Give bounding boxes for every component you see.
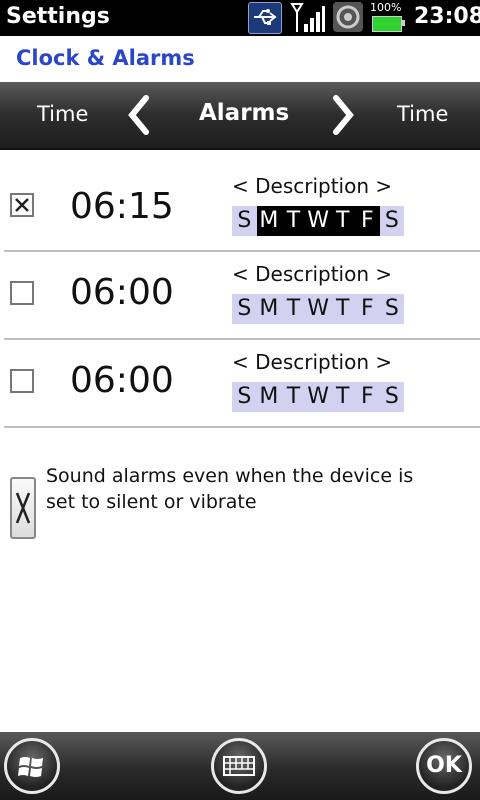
day-toggle[interactable]: T <box>330 206 355 236</box>
keyboard-icon[interactable] <box>211 738 267 794</box>
day-toggle[interactable]: F <box>354 382 380 412</box>
tab-bar: Time Alarms Time <box>0 82 480 150</box>
day-toggle[interactable]: F <box>354 206 380 236</box>
alarm-description[interactable]: < Description > <box>232 262 392 286</box>
bottom-bar: OK <box>0 732 480 800</box>
status-clock[interactable]: 23:08 <box>414 4 480 29</box>
battery-percent: 100% <box>370 1 402 14</box>
alarm-days: S M T W T F S <box>232 294 405 324</box>
day-toggle[interactable]: T <box>330 382 355 412</box>
alarm-enabled-checkbox[interactable] <box>10 193 34 217</box>
alarm-row: 06:00 < Description > S M T W T F S <box>0 252 480 340</box>
alarm-enabled-checkbox[interactable] <box>10 369 34 393</box>
alarm-row: 06:15 < Description > S M T W T F S <box>0 164 480 252</box>
silent-alarm-checkbox[interactable] <box>10 477 36 539</box>
tab-next-label[interactable]: Time <box>397 102 448 126</box>
day-toggle[interactable]: T <box>281 206 306 236</box>
battery-icon: 100% <box>368 0 408 36</box>
status-bar: Settings 100% 23:08 <box>0 0 480 36</box>
day-toggle[interactable]: W <box>305 294 331 324</box>
day-toggle[interactable]: T <box>330 294 355 324</box>
ok-button[interactable]: OK <box>416 738 472 794</box>
day-toggle[interactable]: F <box>354 294 380 324</box>
tab-prev-label[interactable]: Time <box>37 102 88 126</box>
day-toggle[interactable]: T <box>281 294 306 324</box>
day-toggle[interactable]: T <box>281 382 306 412</box>
day-toggle[interactable]: M <box>256 206 282 236</box>
alarm-time[interactable]: 06:00 <box>70 360 174 401</box>
usb-icon <box>248 2 282 34</box>
tab-current-label: Alarms <box>199 100 290 126</box>
day-toggle[interactable]: S <box>379 206 405 236</box>
day-toggle[interactable]: S <box>379 382 405 412</box>
alarm-days: S M T W T F S <box>232 206 405 236</box>
alarm-description[interactable]: < Description > <box>232 350 392 374</box>
silent-alarm-label[interactable]: Sound alarms even when the device is set… <box>46 463 426 515</box>
day-toggle[interactable]: W <box>305 206 331 236</box>
alarm-row: 06:00 < Description > S M T W T F S <box>0 340 480 428</box>
day-toggle[interactable]: W <box>305 382 331 412</box>
alarm-enabled-checkbox[interactable] <box>10 281 34 305</box>
alarm-days: S M T W T F S <box>232 382 405 412</box>
status-title: Settings <box>6 4 110 29</box>
chevron-right-icon[interactable] <box>328 94 358 136</box>
chevron-left-icon[interactable] <box>124 94 154 136</box>
day-toggle[interactable]: S <box>232 382 257 412</box>
alarm-time[interactable]: 06:00 <box>70 272 174 313</box>
windows-start-icon[interactable] <box>4 738 60 794</box>
sound-icon[interactable] <box>333 2 363 32</box>
row-divider <box>4 426 480 428</box>
page-title: Clock & Alarms <box>16 46 195 70</box>
day-toggle[interactable]: S <box>232 206 257 236</box>
day-toggle[interactable]: S <box>379 294 405 324</box>
signal-icon <box>290 2 326 34</box>
day-toggle[interactable]: M <box>256 382 282 412</box>
alarm-description[interactable]: < Description > <box>232 174 392 198</box>
alarm-time[interactable]: 06:15 <box>70 186 174 227</box>
day-toggle[interactable]: M <box>256 294 282 324</box>
day-toggle[interactable]: S <box>232 294 257 324</box>
